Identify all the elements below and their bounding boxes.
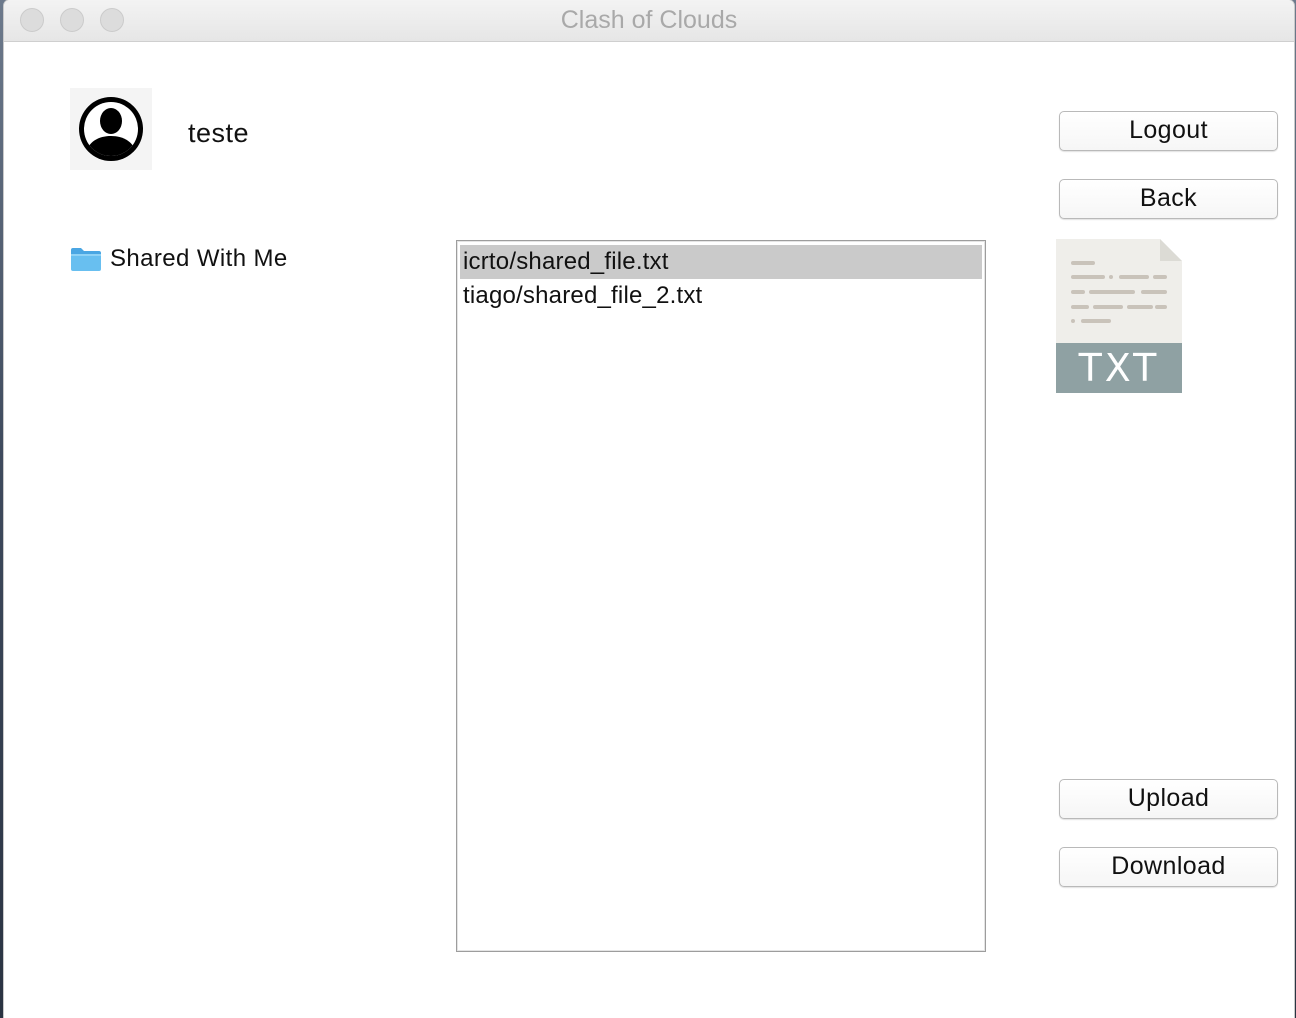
main-content: teste Shared With Me icrto/shared_file.t…: [4, 42, 1294, 1018]
folder-icon: [71, 248, 101, 271]
list-item[interactable]: tiago/shared_file_2.txt: [460, 279, 982, 313]
upload-button[interactable]: Upload: [1059, 779, 1278, 819]
app-window: Clash of Clouds teste Shared With Me icr…: [4, 0, 1294, 1018]
logout-button[interactable]: Logout: [1059, 111, 1278, 151]
file-type-label: TXT: [1078, 346, 1160, 390]
back-button[interactable]: Back: [1059, 179, 1278, 219]
username-label: teste: [188, 118, 250, 148]
txt-file-icon: TXT: [1056, 239, 1182, 393]
folder-label: Shared With Me: [110, 245, 288, 272]
list-item[interactable]: icrto/shared_file.txt: [460, 245, 982, 279]
shared-with-me-folder[interactable]: Shared With Me: [70, 242, 288, 276]
shared-files-list[interactable]: icrto/shared_file.txt tiago/shared_file_…: [456, 240, 986, 952]
window-title: Clash of Clouds: [560, 6, 738, 34]
user-circle-icon: [70, 88, 152, 170]
download-button[interactable]: Download: [1059, 847, 1278, 887]
title-bar[interactable]: Clash of Clouds: [4, 0, 1294, 42]
